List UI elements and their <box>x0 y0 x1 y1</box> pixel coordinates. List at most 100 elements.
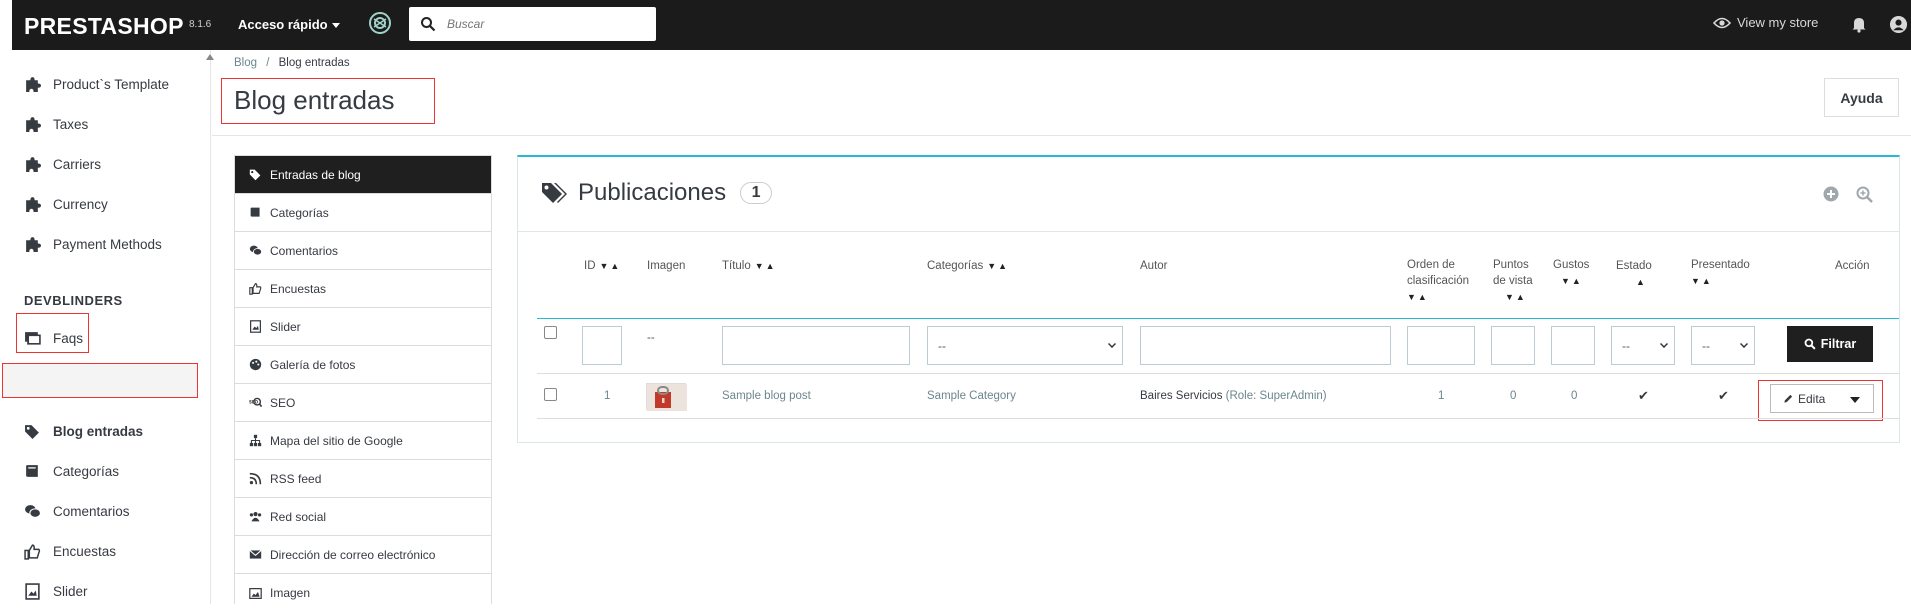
module-menu-rss[interactable]: RSS feed <box>235 460 491 498</box>
sidebar-item-slider[interactable]: Slider <box>24 583 88 600</box>
sort-arrows-icon[interactable]: ▼▲ <box>600 258 622 274</box>
view-my-store-link[interactable]: View my store <box>1713 15 1818 30</box>
users-icon <box>249 512 262 522</box>
show-sql-query-icon[interactable] <box>1856 186 1873 203</box>
sidebar-item-label: Currency <box>53 197 108 212</box>
cell-orden: 1 <box>1438 390 1445 402</box>
select-value: -- <box>1622 338 1630 353</box>
filter-autor-input[interactable] <box>1140 326 1391 365</box>
column-header-titulo: Título ▼▲ <box>722 258 777 274</box>
puzzle-icon <box>26 77 41 92</box>
status-check-icon[interactable]: ✔ <box>1638 388 1649 404</box>
image-icon <box>249 587 262 599</box>
sort-arrows-icon[interactable]: ▼▲ <box>1407 289 1429 305</box>
chevron-down-icon <box>1660 340 1668 348</box>
breadcrumb-link-blog[interactable]: Blog <box>234 57 257 69</box>
featured-check-icon[interactable]: ✔ <box>1718 388 1729 404</box>
search-input[interactable] <box>447 15 647 33</box>
column-header-label: Puntos <box>1493 259 1529 271</box>
edit-button[interactable]: Edita <box>1771 392 1825 406</box>
user-account-icon[interactable] <box>1889 15 1908 34</box>
image-file-icon <box>25 583 40 600</box>
filter-titulo-input[interactable] <box>722 326 910 365</box>
sidebar-section-devblinders: DEVBLINDERS <box>24 293 123 308</box>
quick-access-label: Acceso rápido <box>238 17 328 32</box>
chevron-down-icon <box>1108 340 1116 348</box>
cell-categoria: Sample Category <box>927 390 1016 402</box>
help-button[interactable]: Ayuda <box>1824 78 1899 117</box>
prestashop-logo[interactable]: PRESTASHOP <box>24 13 184 40</box>
module-menu-label: Comentarios <box>270 243 339 258</box>
sort-arrows-icon[interactable]: ▼▲ <box>987 258 1009 274</box>
column-header-label: Estado <box>1616 260 1652 272</box>
filter-id-input[interactable] <box>582 326 622 365</box>
search-icon <box>1804 338 1816 350</box>
column-header-estado: Estado ▲ <box>1616 258 1652 290</box>
sidebar-item-blog-entries[interactable]: Blog entradas <box>24 423 143 440</box>
sidebar-item-currency[interactable]: Currency <box>24 196 108 213</box>
sort-arrows-icon[interactable]: ▼▲ <box>1561 273 1583 289</box>
scroll-up-arrow-icon[interactable] <box>206 54 214 60</box>
sidebar-item-carriers[interactable]: Carriers <box>24 156 101 173</box>
quick-access-menu[interactable]: Acceso rápido <box>238 17 340 32</box>
filter-puntos-input[interactable] <box>1491 326 1535 365</box>
puzzle-icon <box>26 117 41 132</box>
module-menu-label: Entradas de blog <box>270 167 361 182</box>
sort-arrows-icon[interactable]: ▼▲ <box>1691 273 1713 289</box>
sidebar-item-taxes[interactable]: Taxes <box>24 116 88 133</box>
module-menu-imagen[interactable]: Imagen <box>235 574 491 612</box>
search-icon[interactable] <box>420 16 436 32</box>
row-checkbox[interactable] <box>544 388 557 401</box>
filter-categoria-select[interactable]: -- <box>927 326 1123 365</box>
tags-icon <box>249 169 261 181</box>
module-menu-seo[interactable]: SEO SEO <box>235 384 491 422</box>
module-menu-entradas-de-blog[interactable]: Entradas de blog <box>235 156 491 194</box>
module-menu-galeria[interactable]: Galería de fotos <box>235 346 491 384</box>
column-header-label: Presentado <box>1691 259 1750 271</box>
module-menu-slider[interactable]: Slider <box>235 308 491 346</box>
filter-button[interactable]: Filtrar <box>1787 326 1873 362</box>
module-menu-sitemap[interactable]: Mapa del sitio de Google <box>235 422 491 460</box>
data-row-divider <box>537 418 1899 419</box>
module-menu-categorias[interactable]: Categorías <box>235 194 491 232</box>
highlight-box <box>2 363 198 398</box>
edit-button-label: Edita <box>1798 391 1826 406</box>
column-header-label: Gustos <box>1553 259 1590 271</box>
breadcrumb-current: Blog entradas <box>278 57 350 69</box>
notifications-bell-icon[interactable] <box>1850 15 1868 33</box>
module-menu-comentarios[interactable]: Comentarios <box>235 232 491 270</box>
caret-down-icon <box>331 23 340 29</box>
palette-icon <box>249 358 262 371</box>
filter-orden-input[interactable] <box>1407 326 1475 365</box>
module-menu-encuestas[interactable]: Encuestas <box>235 270 491 308</box>
column-header-gustos: Gustos ▼▲ <box>1553 257 1589 289</box>
ai-assistant-icon[interactable] <box>368 11 392 35</box>
sort-arrows-icon[interactable]: ▲ <box>1636 274 1647 290</box>
filter-estado-select[interactable]: -- <box>1611 326 1675 365</box>
sort-arrows-icon[interactable]: ▼▲ <box>755 258 777 274</box>
filter-gustos-input[interactable] <box>1551 326 1595 365</box>
author-role: (Role: SuperAdmin) <box>1225 390 1327 402</box>
book-icon <box>250 207 260 217</box>
comments-icon <box>249 245 262 256</box>
sidebar-item-label: Blog entradas <box>53 424 144 439</box>
sort-arrows-icon[interactable]: ▼▲ <box>1505 289 1527 305</box>
author-name: Baires Servicios <box>1140 390 1223 402</box>
sidebar-item-comentarios[interactable]: Comentarios <box>24 503 130 520</box>
filter-presentado-select[interactable]: -- <box>1691 326 1755 365</box>
select-all-checkbox[interactable] <box>544 326 557 339</box>
edit-button-group[interactable]: Edita <box>1770 384 1874 413</box>
cell-id: 1 <box>604 390 611 402</box>
module-menu-email[interactable]: Dirección de correo electrónico <box>235 536 491 574</box>
sidebar-item-payment-methods[interactable]: Payment Methods <box>24 236 162 253</box>
cell-gustos: 0 <box>1571 390 1578 402</box>
sidebar-item-encuestas[interactable]: Encuestas <box>24 543 116 560</box>
sidebar-item-products-template[interactable]: Product`s Template <box>24 76 169 93</box>
filter-button-label: Filtrar <box>1820 337 1857 351</box>
post-thumbnail[interactable] <box>646 383 687 411</box>
add-new-icon[interactable] <box>1823 186 1839 202</box>
caret-down-icon[interactable] <box>1850 397 1860 403</box>
module-menu-red-social[interactable]: Red social <box>235 498 491 536</box>
sidebar-item-categorias[interactable]: Categorías <box>24 463 119 480</box>
column-header-label: clasificación <box>1407 275 1469 287</box>
